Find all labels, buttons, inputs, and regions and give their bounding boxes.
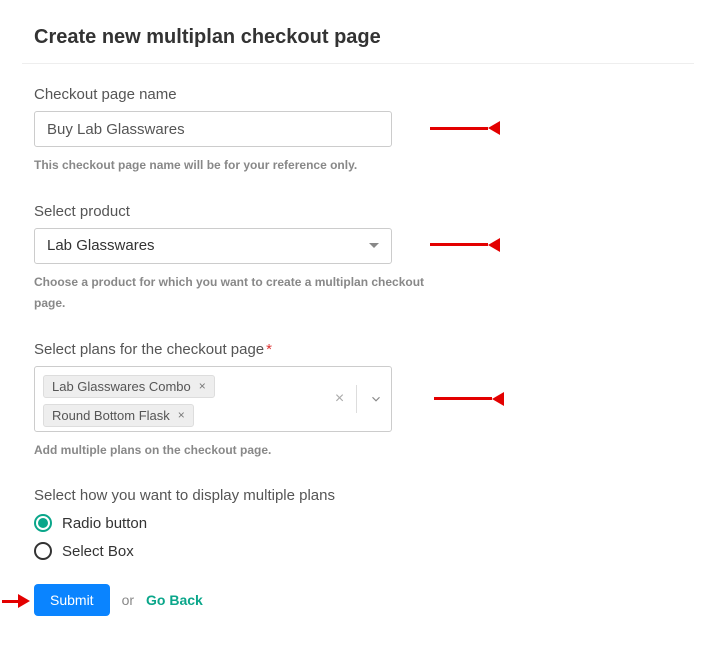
caret-down-icon — [369, 243, 379, 248]
radio-label: Select Box — [62, 543, 134, 560]
chevron-down-icon[interactable] — [365, 388, 387, 410]
required-asterisk: * — [266, 341, 272, 358]
checkout-name-input[interactable] — [34, 111, 392, 147]
select-product-dropdown[interactable]: Lab Glasswares — [34, 228, 392, 264]
go-back-link[interactable]: Go Back — [146, 592, 203, 608]
select-plans-helper: Add multiple plans on the checkout page. — [34, 440, 434, 462]
plan-tag-label: Lab Glasswares Combo — [52, 379, 191, 394]
field-select-product: Select product Lab Glasswares Choose a p… — [34, 203, 682, 315]
select-product-value: Lab Glasswares — [47, 237, 155, 254]
submit-button[interactable]: Submit — [34, 584, 110, 616]
display-radio-option[interactable]: Select Box — [34, 542, 682, 560]
display-option-label: Select how you want to display multiple … — [34, 487, 682, 504]
divider — [22, 63, 694, 64]
select-product-helper: Choose a product for which you want to c… — [34, 272, 434, 315]
display-radio-group: Radio button Select Box — [34, 514, 682, 560]
select-plans-label: Select plans for the checkout page* — [34, 341, 682, 358]
select-plans-label-text: Select plans for the checkout page — [34, 341, 264, 358]
plan-tag: Lab Glasswares Combo × — [43, 375, 215, 398]
select-plans-multiselect[interactable]: Lab Glasswares Combo × Round Bottom Flask ×… — [34, 366, 392, 432]
checkout-name-helper: This checkout page name will be for your… — [34, 155, 434, 177]
remove-tag-icon[interactable]: × — [199, 379, 206, 393]
multiselect-controls: × — [327, 367, 391, 431]
radio-label: Radio button — [62, 515, 147, 532]
clear-all-icon[interactable]: × — [331, 386, 348, 412]
annotation-arrow-icon — [430, 239, 500, 251]
field-select-plans: Select plans for the checkout page* Lab … — [34, 341, 682, 462]
or-text: or — [122, 592, 134, 608]
remove-tag-icon[interactable]: × — [178, 408, 185, 422]
checkout-name-label: Checkout page name — [34, 86, 682, 103]
field-checkout-name: Checkout page name This checkout page na… — [34, 86, 682, 177]
plan-tag: Round Bottom Flask × — [43, 404, 194, 427]
form: Checkout page name This checkout page na… — [22, 86, 694, 616]
field-display-option: Select how you want to display multiple … — [34, 487, 682, 560]
form-actions: Submit or Go Back — [34, 584, 682, 616]
select-product-label: Select product — [34, 203, 682, 220]
annotation-arrow-icon — [430, 122, 500, 134]
annotation-arrow-icon — [434, 393, 504, 405]
plan-tag-label: Round Bottom Flask — [52, 408, 170, 423]
page-title: Create new multiplan checkout page — [22, 22, 694, 63]
radio-icon — [34, 542, 52, 560]
separator — [356, 385, 357, 413]
radio-icon — [34, 514, 52, 532]
annotation-arrow-icon — [2, 595, 30, 607]
selected-plan-tags: Lab Glasswares Combo × Round Bottom Flask × — [35, 367, 327, 431]
display-radio-option[interactable]: Radio button — [34, 514, 682, 532]
